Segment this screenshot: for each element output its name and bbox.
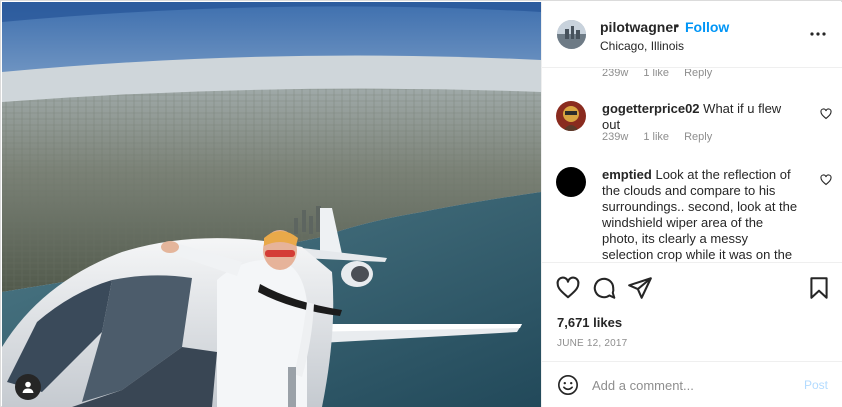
comment-like-heart-icon[interactable] <box>820 107 832 120</box>
comment-body: emptied Look at the reflection of the cl… <box>602 167 802 262</box>
comments-list: 239w 1 like Reply gogetterprice02 What i… <box>542 69 842 262</box>
instagram-post-window: pilotwagner • Follow Chicago, Illinois 2… <box>0 0 842 407</box>
post-username[interactable]: pilotwagner <box>600 19 679 35</box>
post-photo[interactable] <box>2 2 541 407</box>
heart-icon[interactable] <box>555 275 581 301</box>
post-date: JUNE 12, 2017 <box>557 338 628 349</box>
post-comment-button[interactable]: Post <box>804 378 828 392</box>
post-actions: 7,671 likes JUNE 12, 2017 <box>542 262 842 361</box>
post-location[interactable]: Chicago, Illinois <box>600 39 684 53</box>
share-icon[interactable] <box>627 275 653 301</box>
reply-button[interactable]: Reply <box>684 69 712 79</box>
emoji-icon[interactable] <box>557 374 579 396</box>
comment-age: 239w <box>602 69 629 79</box>
comment-likes[interactable]: 1 like <box>643 69 669 79</box>
commenter-username[interactable]: emptied <box>602 167 652 182</box>
likes-count[interactable]: 7,671 likes <box>557 315 622 330</box>
separator-dot: • <box>675 19 680 33</box>
comment-meta: 239w 1 like Reply <box>602 131 724 143</box>
commenter-avatar[interactable] <box>556 167 586 197</box>
follow-button[interactable]: Follow <box>685 19 729 35</box>
photo-scene <box>2 2 541 407</box>
commenter-avatar[interactable] <box>556 101 586 131</box>
comment-likes[interactable]: 1 like <box>643 131 669 143</box>
profile-avatar[interactable] <box>557 20 586 49</box>
add-comment-bar: Post <box>542 361 842 407</box>
comment-body: gogetterprice02 What if u flew out <box>602 101 802 133</box>
previous-comment-meta: 239w 1 like Reply <box>602 69 724 79</box>
comment-icon[interactable] <box>591 275 617 301</box>
reply-button[interactable]: Reply <box>684 131 712 143</box>
post-side-panel: pilotwagner • Follow Chicago, Illinois 2… <box>541 2 842 407</box>
more-options-icon[interactable] <box>808 24 828 44</box>
comment-input[interactable] <box>592 374 792 396</box>
bookmark-icon[interactable] <box>806 275 832 301</box>
comment-age: 239w <box>602 131 629 143</box>
user-tag-icon[interactable] <box>15 374 41 400</box>
comment-like-heart-icon[interactable] <box>820 173 832 186</box>
commenter-username[interactable]: gogetterprice02 <box>602 101 700 116</box>
post-header: pilotwagner • Follow Chicago, Illinois <box>542 2 842 68</box>
